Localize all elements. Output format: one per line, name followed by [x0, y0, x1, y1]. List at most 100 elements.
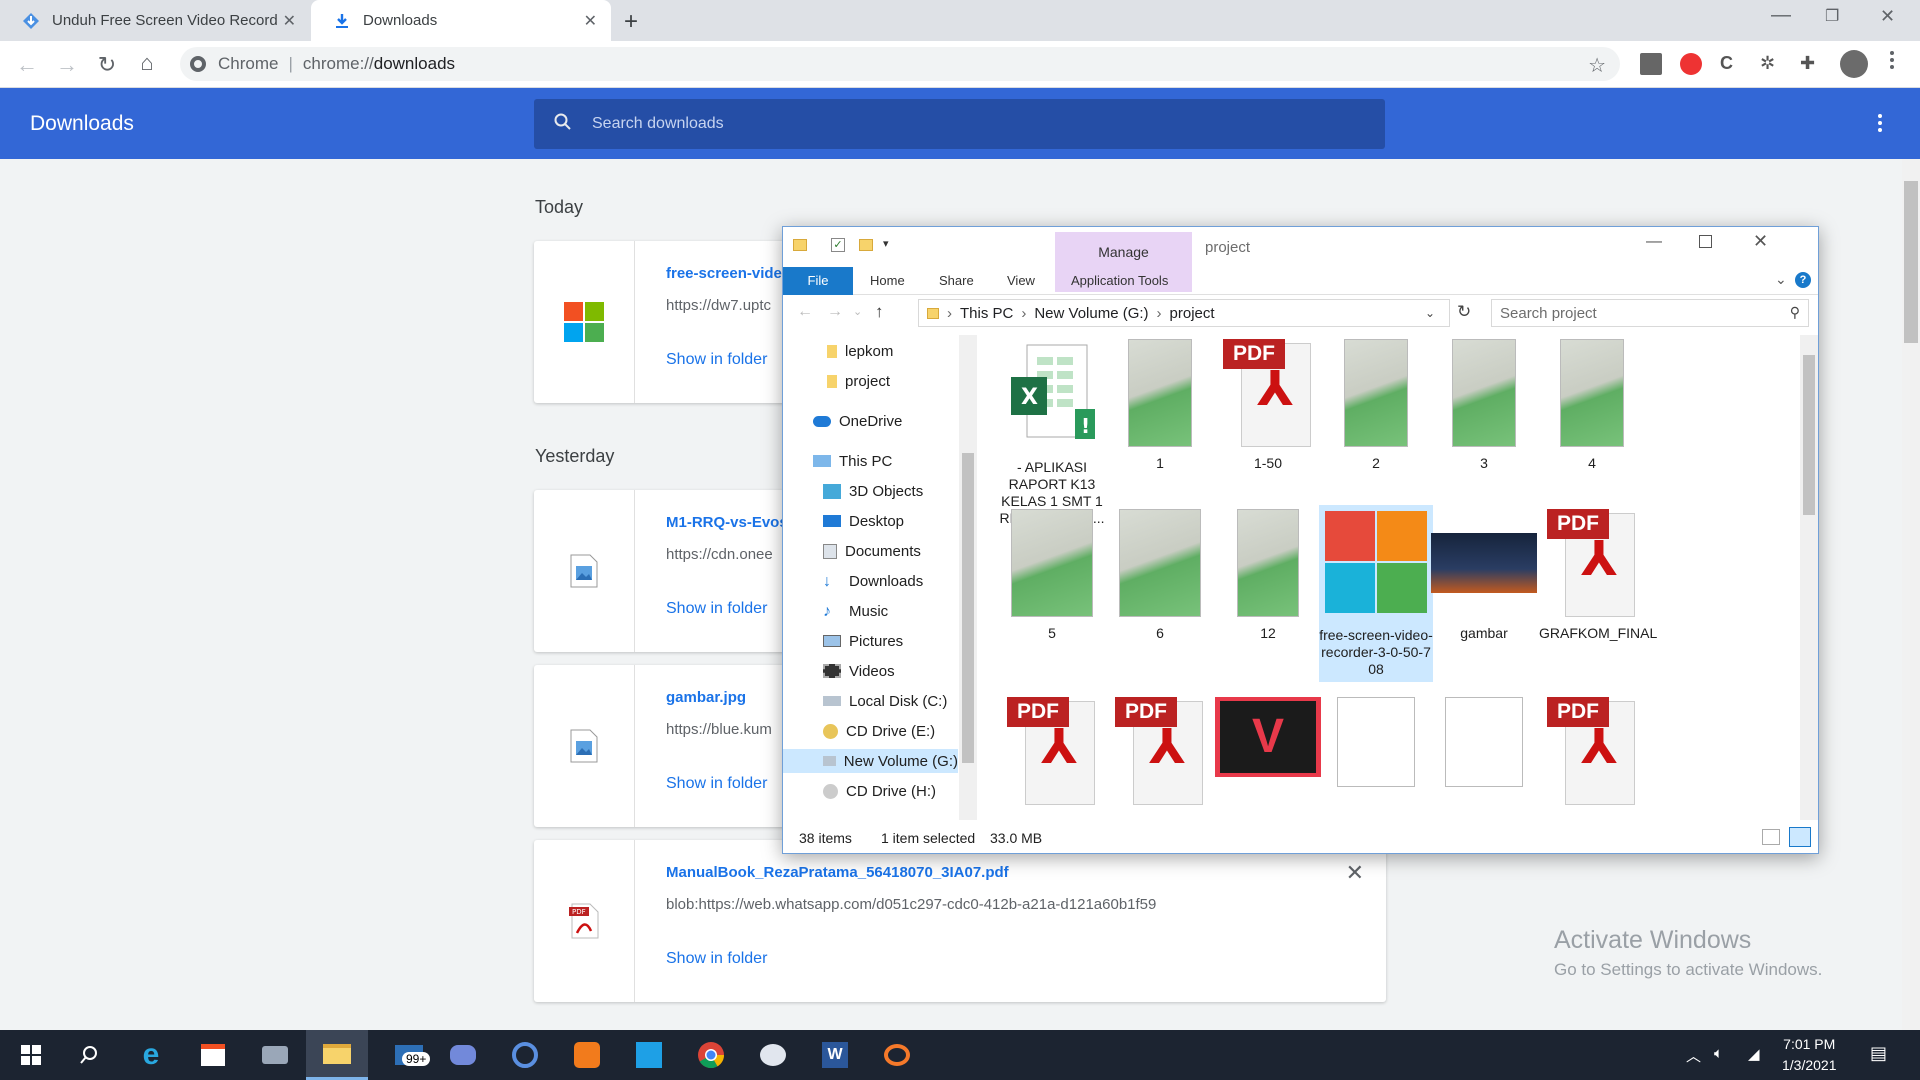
file-name-link[interactable]: M1-RRQ-vs-Evos	[666, 514, 788, 531]
file-item[interactable]: 1	[1107, 339, 1213, 472]
large-icons-view-icon[interactable]	[1789, 827, 1811, 847]
taskbar-chrome[interactable]	[680, 1030, 742, 1080]
more-options-icon[interactable]	[1878, 114, 1882, 135]
bookmark-star-icon[interactable]: ☆	[1588, 53, 1606, 78]
forward-icon[interactable]: →	[54, 52, 80, 78]
file-item[interactable]: PDF ⅄	[1539, 697, 1645, 813]
nav-pane-scrollbar[interactable]	[959, 335, 977, 820]
file-item[interactable]: 6	[1107, 509, 1213, 642]
taskbar-xampp[interactable]	[556, 1030, 618, 1080]
forward-icon[interactable]: →	[827, 303, 843, 321]
file-item[interactable]	[1323, 697, 1429, 795]
details-view-icon[interactable]	[1762, 829, 1780, 845]
nav-item-onedrive[interactable]: OneDrive	[813, 409, 902, 433]
avatar[interactable]	[1840, 50, 1868, 78]
extension-icon[interactable]: ✲	[1760, 53, 1782, 75]
file-item[interactable]: X! - APLIKASI RAPORT K13 KELAS 1 SMT 1 R…	[999, 339, 1105, 527]
system-clock[interactable]: 7:01 PM 1/3/2021	[1782, 1034, 1837, 1076]
file-item[interactable]: 3	[1431, 339, 1537, 472]
taskbar-store[interactable]	[182, 1030, 244, 1080]
maximize-icon[interactable]: ❐	[1825, 6, 1839, 26]
file-item[interactable]: gambar	[1431, 509, 1537, 642]
nav-item-new-volume-g[interactable]: New Volume (G:)	[783, 749, 958, 773]
browser-menu-icon[interactable]	[1890, 51, 1894, 73]
tab-file[interactable]: File	[783, 267, 853, 295]
file-name-link[interactable]: free-screen-vide	[666, 265, 782, 282]
refresh-icon[interactable]: ↻	[1457, 302, 1471, 322]
show-in-folder-link[interactable]: Show in folder	[666, 600, 767, 618]
tab-downloads[interactable]: Downloads ✕	[311, 0, 611, 41]
action-center-icon[interactable]: ▤	[1870, 1043, 1887, 1064]
maximize-icon[interactable]	[1699, 235, 1712, 248]
help-icon[interactable]: ?	[1795, 272, 1811, 288]
extension-icon[interactable]: C	[1720, 53, 1742, 75]
new-folder-icon[interactable]	[859, 239, 873, 251]
recent-locations-icon[interactable]: ⌄	[853, 305, 862, 318]
tab-share[interactable]: Share	[939, 273, 974, 288]
taskbar-discord[interactable]	[432, 1030, 494, 1080]
nav-item-videos[interactable]: Videos	[823, 659, 895, 683]
quick-access-dropdown-icon[interactable]: ▾	[883, 237, 889, 250]
puzzle-icon[interactable]: ✚	[1800, 53, 1822, 75]
taskbar-internet-explorer[interactable]: e	[120, 1030, 182, 1080]
nav-item-music[interactable]: ♪ Music	[823, 599, 888, 623]
file-item[interactable]: PDF ⅄ 1-50	[1215, 339, 1321, 472]
breadcrumb[interactable]: › This PC › New Volume (G:) › project ⌄	[918, 299, 1450, 327]
page-scrollbar[interactable]	[1902, 159, 1920, 1030]
tab-close-icon[interactable]: ✕	[283, 11, 296, 31]
back-icon[interactable]: ←	[797, 303, 813, 321]
taskbar-paint[interactable]	[742, 1030, 804, 1080]
taskbar-file-explorer[interactable]	[306, 1030, 368, 1080]
nav-item-documents[interactable]: Documents	[823, 539, 921, 563]
file-item[interactable]: PDF ⅄	[1107, 697, 1213, 813]
nav-item-project[interactable]: project	[827, 369, 890, 393]
tab-view[interactable]: View	[1007, 273, 1035, 288]
file-pane-scrollbar[interactable]	[1800, 335, 1818, 820]
search-project-input[interactable]: Search project ⚲	[1491, 299, 1809, 327]
address-dropdown-icon[interactable]: ⌄	[1425, 306, 1435, 320]
nav-item-downloads[interactable]: ↓ Downloads	[823, 569, 923, 593]
taskbar-remote-desktop[interactable]	[618, 1030, 680, 1080]
show-in-folder-link[interactable]: Show in folder	[666, 950, 767, 968]
back-icon[interactable]: ←	[14, 52, 40, 78]
nav-item-lepkom[interactable]: lepkom	[827, 339, 893, 363]
close-icon[interactable]: ✕	[1753, 231, 1768, 252]
file-item[interactable]: 2	[1323, 339, 1429, 472]
file-name-link[interactable]: ManualBook_RezaPratama_56418070_3IA07.pd…	[666, 864, 1009, 881]
address-bar[interactable]: Chrome | chrome://downloads ☆	[180, 47, 1620, 81]
volume-icon[interactable]: 🔈︎	[1714, 1045, 1723, 1062]
taskbar-word[interactable]: W	[804, 1030, 866, 1080]
extension-icon[interactable]	[1680, 53, 1702, 75]
tab-application-tools[interactable]: Application Tools	[1071, 273, 1168, 288]
nav-item-cd-drive-h[interactable]: CD Drive (H:)	[823, 779, 936, 803]
taskbar-cortana[interactable]	[494, 1030, 556, 1080]
file-item[interactable]: PDF ⅄	[999, 697, 1105, 813]
search-button[interactable]	[58, 1030, 120, 1080]
file-item[interactable]: 5	[999, 509, 1105, 642]
reload-icon[interactable]: ↻	[94, 52, 120, 78]
nav-item-this-pc[interactable]: This PC	[813, 449, 892, 473]
remove-item-icon[interactable]: ✕	[1346, 860, 1364, 886]
properties-icon[interactable]: ✓	[831, 238, 845, 252]
file-item[interactable]	[1431, 697, 1537, 795]
file-item[interactable]: 4	[1539, 339, 1645, 472]
home-icon[interactable]: ⌂	[134, 50, 160, 76]
taskbar-mail[interactable]: 99+	[378, 1030, 440, 1080]
file-item-selected[interactable]: free-screen-video-recorder-3-0-50-708	[1319, 505, 1433, 682]
new-tab-button[interactable]: +	[624, 8, 638, 36]
breadcrumb-new-volume[interactable]: New Volume (G:)	[1034, 305, 1148, 322]
minimize-icon[interactable]: —	[1646, 233, 1662, 251]
file-name-link[interactable]: gambar.jpg	[666, 689, 746, 706]
wifi-icon[interactable]: ◢	[1748, 1045, 1760, 1063]
nav-item-desktop[interactable]: Desktop	[823, 509, 904, 533]
tab-close-icon[interactable]: ✕	[584, 11, 597, 31]
close-window-icon[interactable]: ✕	[1880, 6, 1895, 27]
breadcrumb-this-pc[interactable]: This PC	[960, 305, 1013, 322]
show-in-folder-link[interactable]: Show in folder	[666, 351, 767, 369]
show-in-folder-link[interactable]: Show in folder	[666, 775, 767, 793]
ribbon-expand-icon[interactable]: ⌄	[1775, 271, 1787, 288]
show-hidden-icons-icon[interactable]: ︿	[1686, 1045, 1701, 1066]
taskbar-blender[interactable]	[866, 1030, 928, 1080]
file-item[interactable]: PDF ⅄ GRAFKOM_FINAL	[1539, 509, 1657, 642]
tab-unduh[interactable]: Unduh Free Screen Video Record ✕	[0, 0, 310, 41]
